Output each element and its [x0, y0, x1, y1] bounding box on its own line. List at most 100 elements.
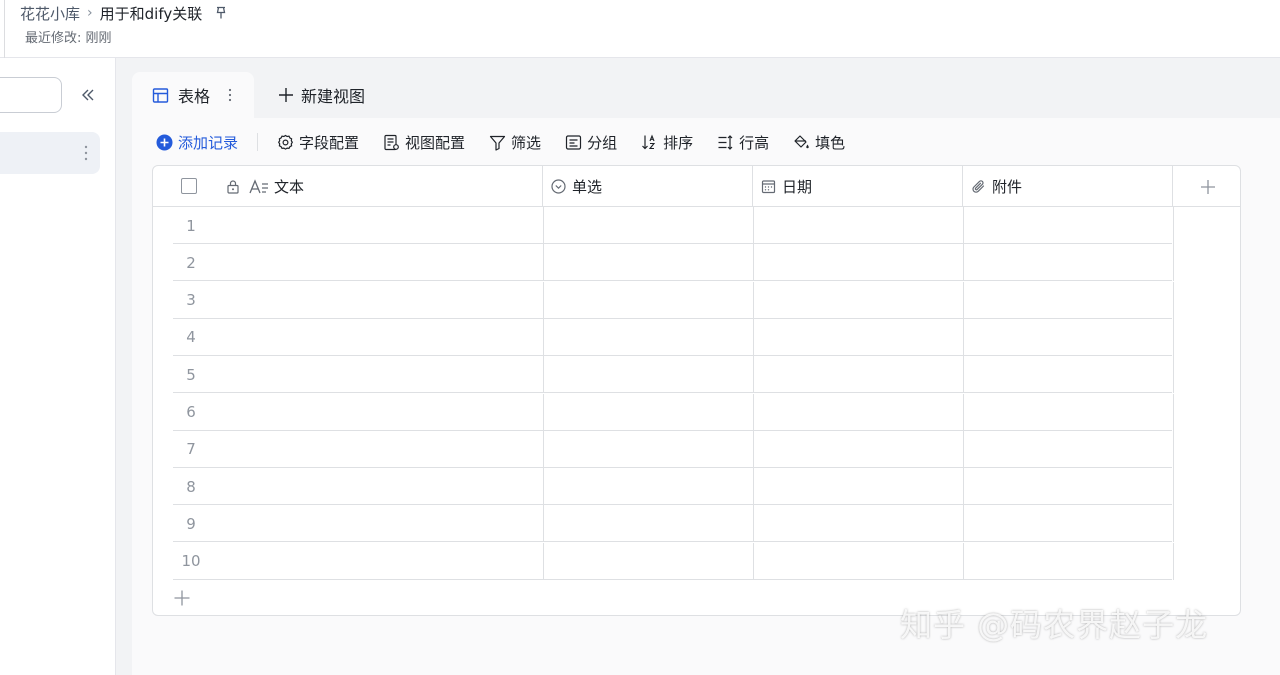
table-grid-icon [152, 87, 169, 103]
row-number: 8 [186, 477, 196, 496]
lock-icon [227, 180, 239, 194]
table-row[interactable]: 2 [173, 244, 1174, 282]
table-row[interactable]: 4 [173, 318, 1174, 356]
paint-bucket-icon [794, 134, 809, 148]
sort-icon [642, 134, 656, 149]
table-row[interactable]: 5 [173, 356, 1174, 394]
tab-table-view[interactable]: 表格 [132, 72, 254, 118]
cell-divider [753, 468, 754, 506]
fill-color-label: 填色 [815, 133, 846, 152]
cell-divider [543, 318, 544, 356]
column-label: 单选 [572, 178, 603, 196]
table-row[interactable]: 8 [173, 468, 1174, 506]
more-vertical-icon[interactable] [84, 145, 88, 161]
toolbar-divider [257, 133, 259, 151]
sidebar-item-table[interactable] [0, 132, 100, 174]
table-row[interactable]: 3 [173, 281, 1174, 319]
cell-divider [1173, 318, 1174, 356]
view-config-label: 视图配置 [405, 133, 466, 152]
cell-divider [543, 505, 544, 543]
row-number: 7 [186, 440, 196, 459]
cell-divider [1173, 542, 1174, 580]
add-row-button[interactable] [173, 589, 191, 607]
cell-divider [963, 281, 964, 319]
new-view-button[interactable]: 新建视图 [254, 72, 365, 118]
table-panel: 添加记录 字段配置 视图配置 筛选 分组 排序 行高 填色 文本 单选 日期 附… [132, 118, 1280, 675]
group-button[interactable]: 分组 [565, 132, 617, 153]
cell-divider [1173, 430, 1174, 468]
breadcrumb-root[interactable]: 花花小库 [20, 3, 80, 24]
new-view-label: 新建视图 [301, 87, 366, 106]
last-modified-text: 最近修改: 刚刚 [25, 31, 112, 46]
row-number: 4 [186, 328, 196, 347]
table-row[interactable]: 10 [173, 542, 1174, 580]
cell-divider [753, 318, 754, 356]
sidebar-search-input[interactable] [0, 77, 62, 113]
add-column-button[interactable] [1173, 166, 1240, 207]
cell-divider [753, 393, 754, 431]
column-header-single-select[interactable]: 单选 [543, 166, 753, 207]
select-all-checkbox[interactable] [181, 178, 197, 194]
top-bar: 花花小库 › 用于和dify关联 最近修改: 刚刚 [0, 0, 1280, 58]
cell-divider [753, 356, 754, 394]
column-label: 附件 [992, 178, 1023, 196]
cell-divider [963, 505, 964, 543]
row-height-button[interactable]: 行高 [717, 132, 769, 153]
row-number: 6 [186, 403, 196, 421]
table-row[interactable]: 7 [173, 430, 1174, 468]
row-height-label: 行高 [739, 133, 770, 152]
sidebar [0, 58, 116, 675]
cell-divider [963, 468, 964, 506]
filter-icon [489, 135, 506, 151]
cell-divider [753, 207, 754, 244]
cell-divider [1173, 505, 1174, 543]
row-number: 1 [186, 216, 196, 235]
text-icon [249, 178, 268, 193]
more-vertical-icon[interactable] [228, 88, 232, 102]
view-config-button[interactable]: 视图配置 [383, 132, 465, 153]
cell-divider [753, 505, 754, 543]
row-number: 3 [186, 291, 196, 310]
cell-divider [963, 318, 964, 356]
collapse-sidebar-button[interactable] [78, 85, 98, 105]
column-header-attachment[interactable]: 附件 [963, 166, 1173, 207]
table-row[interactable]: 9 [173, 505, 1174, 543]
table-row[interactable]: 1 [173, 207, 1174, 244]
cell-divider [543, 207, 544, 244]
add-record-button[interactable]: 添加记录 [156, 132, 238, 153]
row-number: 5 [186, 365, 196, 384]
tab-label: 表格 [178, 87, 211, 106]
cell-divider [753, 542, 754, 580]
double-chevron-left-icon [82, 89, 94, 101]
sort-button[interactable]: 排序 [641, 132, 693, 153]
gear-icon [278, 134, 294, 150]
row-number: 2 [186, 253, 196, 272]
filter-button[interactable]: 筛选 [489, 132, 541, 153]
sort-label: 排序 [663, 133, 694, 152]
cell-divider [1173, 281, 1174, 319]
column-label: 文本 [274, 178, 305, 196]
pin-icon[interactable] [214, 6, 228, 20]
fill-color-button[interactable]: 填色 [793, 132, 845, 153]
group-label: 分组 [587, 133, 618, 152]
cell-divider [1173, 468, 1174, 506]
cell-divider [963, 244, 964, 282]
column-header-date[interactable]: 日期 [753, 166, 963, 207]
cell-divider [963, 393, 964, 431]
cell-divider [963, 542, 964, 580]
toolbar: 添加记录 字段配置 视图配置 筛选 分组 排序 行高 填色 [156, 130, 869, 154]
breadcrumb-current[interactable]: 用于和dify关联 [100, 3, 203, 24]
field-config-button[interactable]: 字段配置 [277, 132, 359, 153]
row-height-icon [718, 134, 733, 150]
column-header-text[interactable]: 文本 [153, 166, 543, 207]
row-number: 9 [186, 514, 196, 533]
cell-divider [1173, 207, 1174, 244]
table-row[interactable]: 6 [173, 393, 1174, 431]
cell-divider [753, 244, 754, 282]
chevron-right-icon: › [87, 5, 93, 21]
main-area: 表格 新建视图 添加记录 字段配置 视图配置 筛选 分组 排序 行高 填色 文本… [132, 58, 1280, 675]
cell-divider [543, 468, 544, 506]
cell-divider [543, 430, 544, 468]
breadcrumb: 花花小库 › 用于和dify关联 [20, 2, 228, 24]
plus-icon [279, 88, 293, 102]
